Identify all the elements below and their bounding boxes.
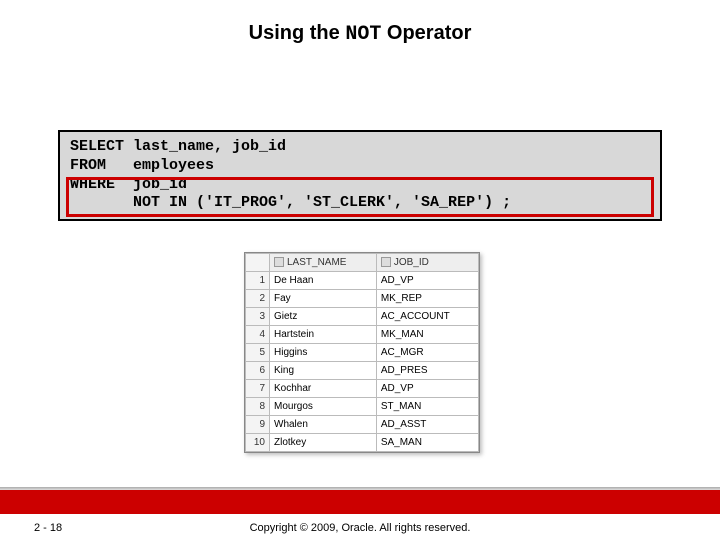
column-header: LAST_NAME	[270, 254, 377, 272]
results-grid: LAST_NAME JOB_ID 1De HaanAD_VP2FayMK_REP…	[244, 252, 480, 453]
cell-last-name: Kochhar	[270, 380, 377, 398]
cell-last-name: Higgins	[270, 344, 377, 362]
table-row: 10ZlotkeySA_MAN	[246, 434, 479, 452]
table-row: 2FayMK_REP	[246, 290, 479, 308]
table-row: 8MourgosST_MAN	[246, 398, 479, 416]
cell-job-id: AD_VP	[376, 380, 478, 398]
row-number: 6	[246, 362, 270, 380]
cell-job-id: AC_MGR	[376, 344, 478, 362]
cell-last-name: Whalen	[270, 416, 377, 434]
row-number: 8	[246, 398, 270, 416]
sql-code-block: SELECT last_name, job_id FROM employees …	[58, 130, 662, 221]
cell-last-name: De Haan	[270, 272, 377, 290]
row-number: 10	[246, 434, 270, 452]
row-number-header	[246, 254, 270, 272]
row-number: 4	[246, 326, 270, 344]
table-row: 6KingAD_PRES	[246, 362, 479, 380]
cell-last-name: Mourgos	[270, 398, 377, 416]
cell-job-id: AC_ACCOUNT	[376, 308, 478, 326]
table-row: 5HigginsAC_MGR	[246, 344, 479, 362]
cell-job-id: AD_ASST	[376, 416, 478, 434]
table-row: 3GietzAC_ACCOUNT	[246, 308, 479, 326]
cell-job-id: SA_MAN	[376, 434, 478, 452]
title-mono: NOT	[345, 23, 381, 46]
cell-last-name: Zlotkey	[270, 434, 377, 452]
row-number: 5	[246, 344, 270, 362]
copyright-text: Copyright © 2009, Oracle. All rights res…	[0, 522, 720, 534]
row-number: 9	[246, 416, 270, 434]
footer-bar: ORACLE	[0, 490, 720, 514]
column-icon	[381, 257, 391, 267]
row-number: 1	[246, 272, 270, 290]
cell-last-name: King	[270, 362, 377, 380]
oracle-logo: ORACLE	[635, 470, 700, 486]
table-row: 1De HaanAD_VP	[246, 272, 479, 290]
cell-job-id: MK_MAN	[376, 326, 478, 344]
title-post: Operator	[381, 22, 471, 44]
cell-job-id: AD_VP	[376, 272, 478, 290]
column-header-label: JOB_ID	[394, 257, 429, 268]
cell-job-id: ST_MAN	[376, 398, 478, 416]
table-row: 4HartsteinMK_MAN	[246, 326, 479, 344]
column-header: JOB_ID	[376, 254, 478, 272]
cell-last-name: Fay	[270, 290, 377, 308]
table-row: 9WhalenAD_ASST	[246, 416, 479, 434]
row-number: 3	[246, 308, 270, 326]
row-number: 2	[246, 290, 270, 308]
cell-last-name: Gietz	[270, 308, 377, 326]
cell-job-id: MK_REP	[376, 290, 478, 308]
table-row: 7KochharAD_VP	[246, 380, 479, 398]
column-header-label: LAST_NAME	[287, 257, 346, 268]
cell-job-id: AD_PRES	[376, 362, 478, 380]
row-number: 7	[246, 380, 270, 398]
slide-title: Using the NOT Operator	[0, 0, 720, 46]
title-pre: Using the	[249, 22, 346, 44]
cell-last-name: Hartstein	[270, 326, 377, 344]
table-header-row: LAST_NAME JOB_ID	[246, 254, 479, 272]
column-icon	[274, 257, 284, 267]
